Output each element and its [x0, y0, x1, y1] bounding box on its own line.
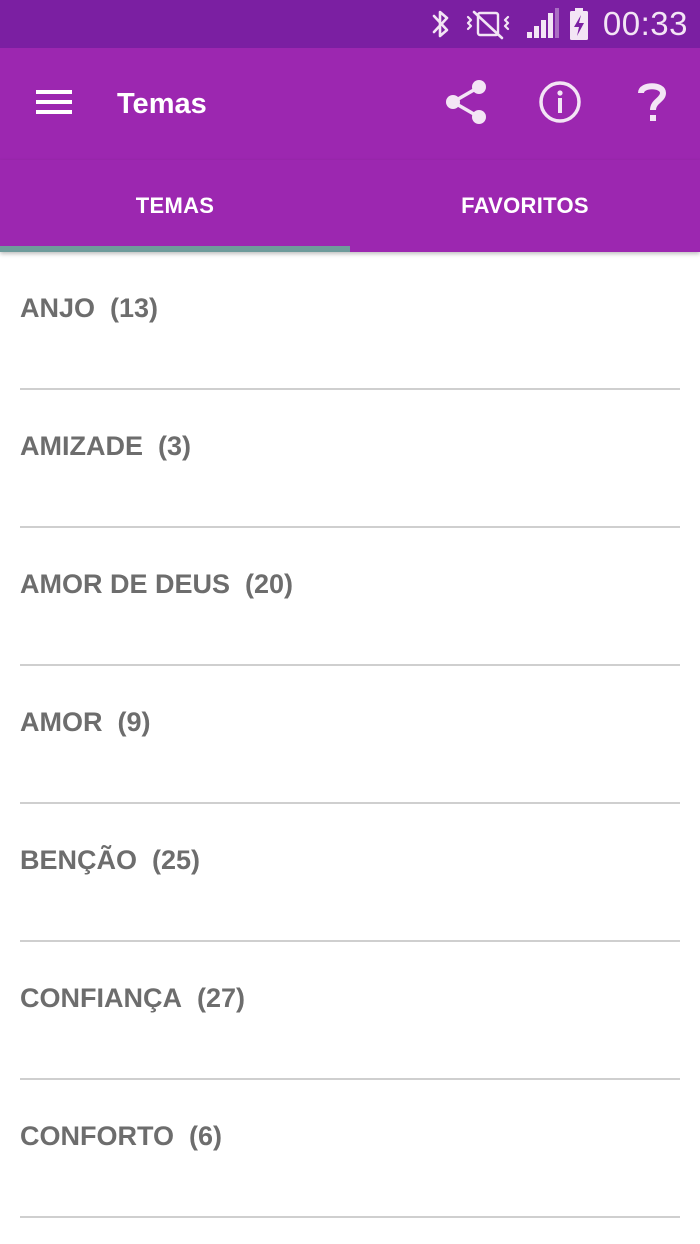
tab-favoritos[interactable]: FAVORITOS [350, 160, 700, 252]
list-item-name: CONFORTO [20, 1121, 174, 1151]
list-item-label: AMOR DE DEUS (20) [20, 564, 293, 604]
list-item-count: (13) [110, 293, 159, 323]
list-item-name: AMIZADE [20, 431, 143, 461]
list-item-count: (9) [117, 707, 151, 737]
info-icon [537, 79, 583, 130]
list-item[interactable]: BENÇÃO (25) [0, 804, 700, 942]
list-item-label: ANJO (13) [20, 288, 158, 328]
list-item-name: ANJO [20, 293, 96, 323]
help-button[interactable] [620, 72, 684, 136]
divider [20, 1216, 680, 1218]
list-item-label: AMOR (9) [20, 702, 151, 742]
list-item-label: BENÇÃO (25) [20, 840, 200, 880]
theme-list: ANJO (13) AMIZADE (3) AMOR DE DEUS (20) … [0, 252, 700, 1218]
list-item-label: AMIZADE (3) [20, 426, 191, 466]
tab-label: FAVORITOS [461, 193, 589, 218]
signal-icon [524, 6, 560, 42]
list-item-name: BENÇÃO [20, 845, 138, 875]
list-item-name: CONFIANÇA [20, 983, 182, 1013]
info-button[interactable] [528, 72, 592, 136]
list-item-label: CONFIANÇA (27) [20, 978, 245, 1018]
list-item-count: (25) [152, 845, 201, 875]
list-item-count: (6) [189, 1121, 223, 1151]
list-item[interactable]: AMIZADE (3) [0, 390, 700, 528]
status-bar: 00:33 [0, 0, 700, 48]
tab-temas[interactable]: TEMAS [0, 160, 350, 252]
list-item-count: (3) [158, 431, 192, 461]
list-item-count: (27) [197, 983, 246, 1013]
menu-button[interactable] [22, 72, 86, 136]
battery-charging-icon [566, 6, 592, 42]
tab-bar: TEMAS FAVORITOS [0, 160, 700, 252]
bluetooth-icon [428, 6, 454, 42]
share-button[interactable] [434, 72, 498, 136]
list-item-count: (20) [245, 569, 294, 599]
menu-icon [34, 82, 74, 127]
list-item-name: AMOR DE DEUS [20, 569, 231, 599]
list-item[interactable]: ANJO (13) [0, 252, 700, 390]
share-icon [442, 78, 490, 131]
vibrate-mute-icon [464, 6, 512, 42]
list-item[interactable]: AMOR (9) [0, 666, 700, 804]
app-bar: Temas [0, 48, 700, 160]
page-title: Temas [117, 88, 207, 120]
help-icon [632, 78, 672, 131]
status-time: 00:33 [602, 5, 688, 42]
list-item[interactable]: CONFIANÇA (27) [0, 942, 700, 1080]
list-item-label: CONFORTO (6) [20, 1116, 222, 1156]
list-item-name: AMOR [20, 707, 103, 737]
list-item[interactable]: AMOR DE DEUS (20) [0, 528, 700, 666]
tab-label: TEMAS [135, 193, 215, 218]
list-item[interactable]: CONFORTO (6) [0, 1080, 700, 1218]
